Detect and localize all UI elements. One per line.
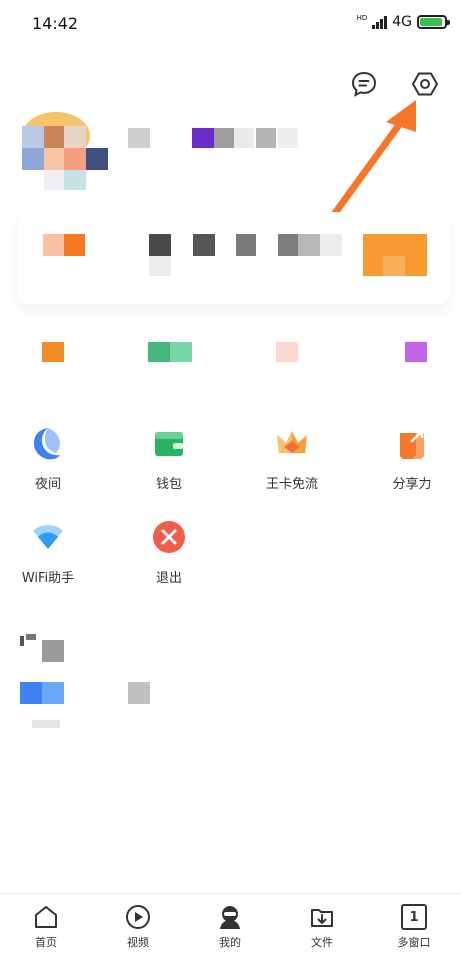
bottom-nav: 首页 视频 我的 文件 1 多窗口 (0, 893, 461, 960)
night-mode-icon (28, 423, 68, 463)
grid-item-share[interactable]: 分享力 (372, 423, 452, 492)
nav-label-files: 文件 (311, 936, 333, 949)
status-time: 14:42 (32, 14, 79, 33)
battery-charging-icon (417, 15, 450, 29)
nav-profile[interactable]: 我的 (200, 904, 260, 950)
username-blurred (128, 126, 300, 150)
grid-label-wifi: WiFi助手 (21, 571, 75, 586)
network-label: 4G (392, 14, 412, 30)
grid-item-wallet[interactable]: 钱包 (129, 423, 209, 492)
grid-item-night[interactable]: 夜间 (8, 423, 88, 492)
grid-label-exit: 退出 (155, 571, 182, 586)
file-download-icon (311, 909, 333, 927)
blurred-shortcuts-row (42, 340, 432, 364)
crown-icon (272, 423, 312, 463)
wifi-icon (28, 517, 68, 557)
multi-window-icon: 1 (401, 904, 427, 930)
video-icon (126, 905, 150, 929)
nav-video[interactable]: 视频 (108, 904, 168, 950)
profile-icon (220, 906, 240, 929)
share-icon (392, 423, 432, 463)
nav-label-home: 首页 (35, 936, 57, 949)
grid-item-exit[interactable]: 退出 (129, 517, 209, 586)
nav-label-video: 视频 (127, 936, 149, 949)
avatar[interactable] (22, 112, 108, 192)
wallet-icon (149, 423, 189, 463)
nav-label-multi-window: 多窗口 (397, 936, 431, 949)
grid-label-wallet: 钱包 (155, 477, 182, 492)
nav-label-profile: 我的 (219, 936, 241, 949)
nav-home[interactable]: 首页 (16, 904, 76, 950)
nav-multi-window[interactable]: 1 多窗口 (384, 904, 444, 950)
status-icons: HD 4G (356, 13, 450, 30)
exit-icon (149, 517, 189, 557)
grid-label-crown: 王卡免流 (265, 477, 318, 492)
grid-label-night: 夜间 (34, 477, 61, 492)
nav-files[interactable]: 文件 (292, 904, 352, 950)
status-bar: 14:42 HD 4G (0, 0, 461, 50)
grid-item-wifi[interactable]: WiFi助手 (8, 517, 88, 586)
home-icon (35, 906, 57, 928)
blurred-lower-section (20, 632, 170, 736)
hd-label: HD (356, 13, 368, 22)
signal-icon (372, 15, 388, 29)
grid-item-crown[interactable]: 王卡免流 (252, 423, 332, 492)
promo-banner[interactable] (18, 212, 450, 304)
grid-label-share: 分享力 (392, 477, 432, 492)
